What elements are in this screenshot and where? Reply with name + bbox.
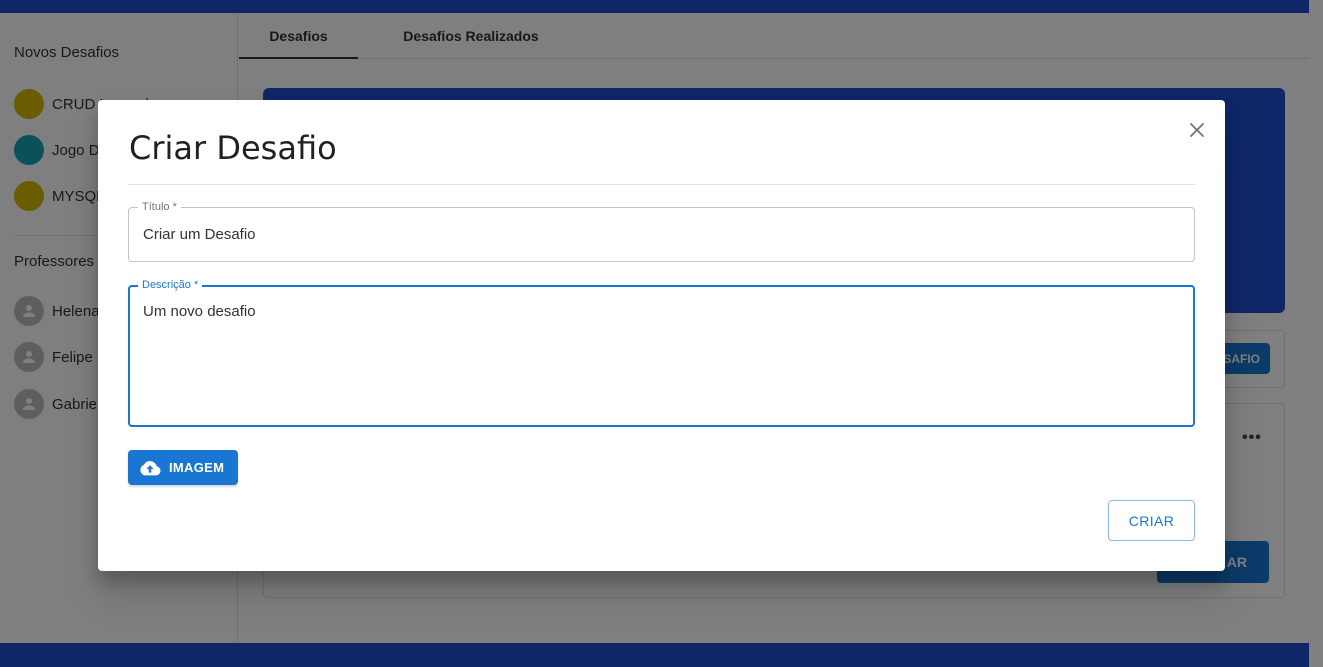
description-input[interactable]: Um novo desafio [143,303,1173,413]
upload-image-label: IMAGEM [169,460,225,475]
create-challenge-dialog: Criar Desafio Título * Descrição * Um no… [98,100,1225,571]
dialog-title: Criar Desafio [129,129,337,167]
cloud-upload-icon [139,459,161,477]
description-field-label: Descrição * [138,278,203,292]
close-icon [1190,123,1204,137]
title-field-label: Título * [138,200,181,214]
upload-image-button[interactable]: IMAGEM [128,450,238,485]
create-button[interactable]: CRIAR [1108,500,1195,541]
description-field: Descrição * Um novo desafio [128,278,1195,427]
dialog-divider [128,184,1195,185]
title-input[interactable] [143,226,1173,243]
close-button[interactable] [1183,116,1211,144]
title-field: Título * [128,200,1195,262]
